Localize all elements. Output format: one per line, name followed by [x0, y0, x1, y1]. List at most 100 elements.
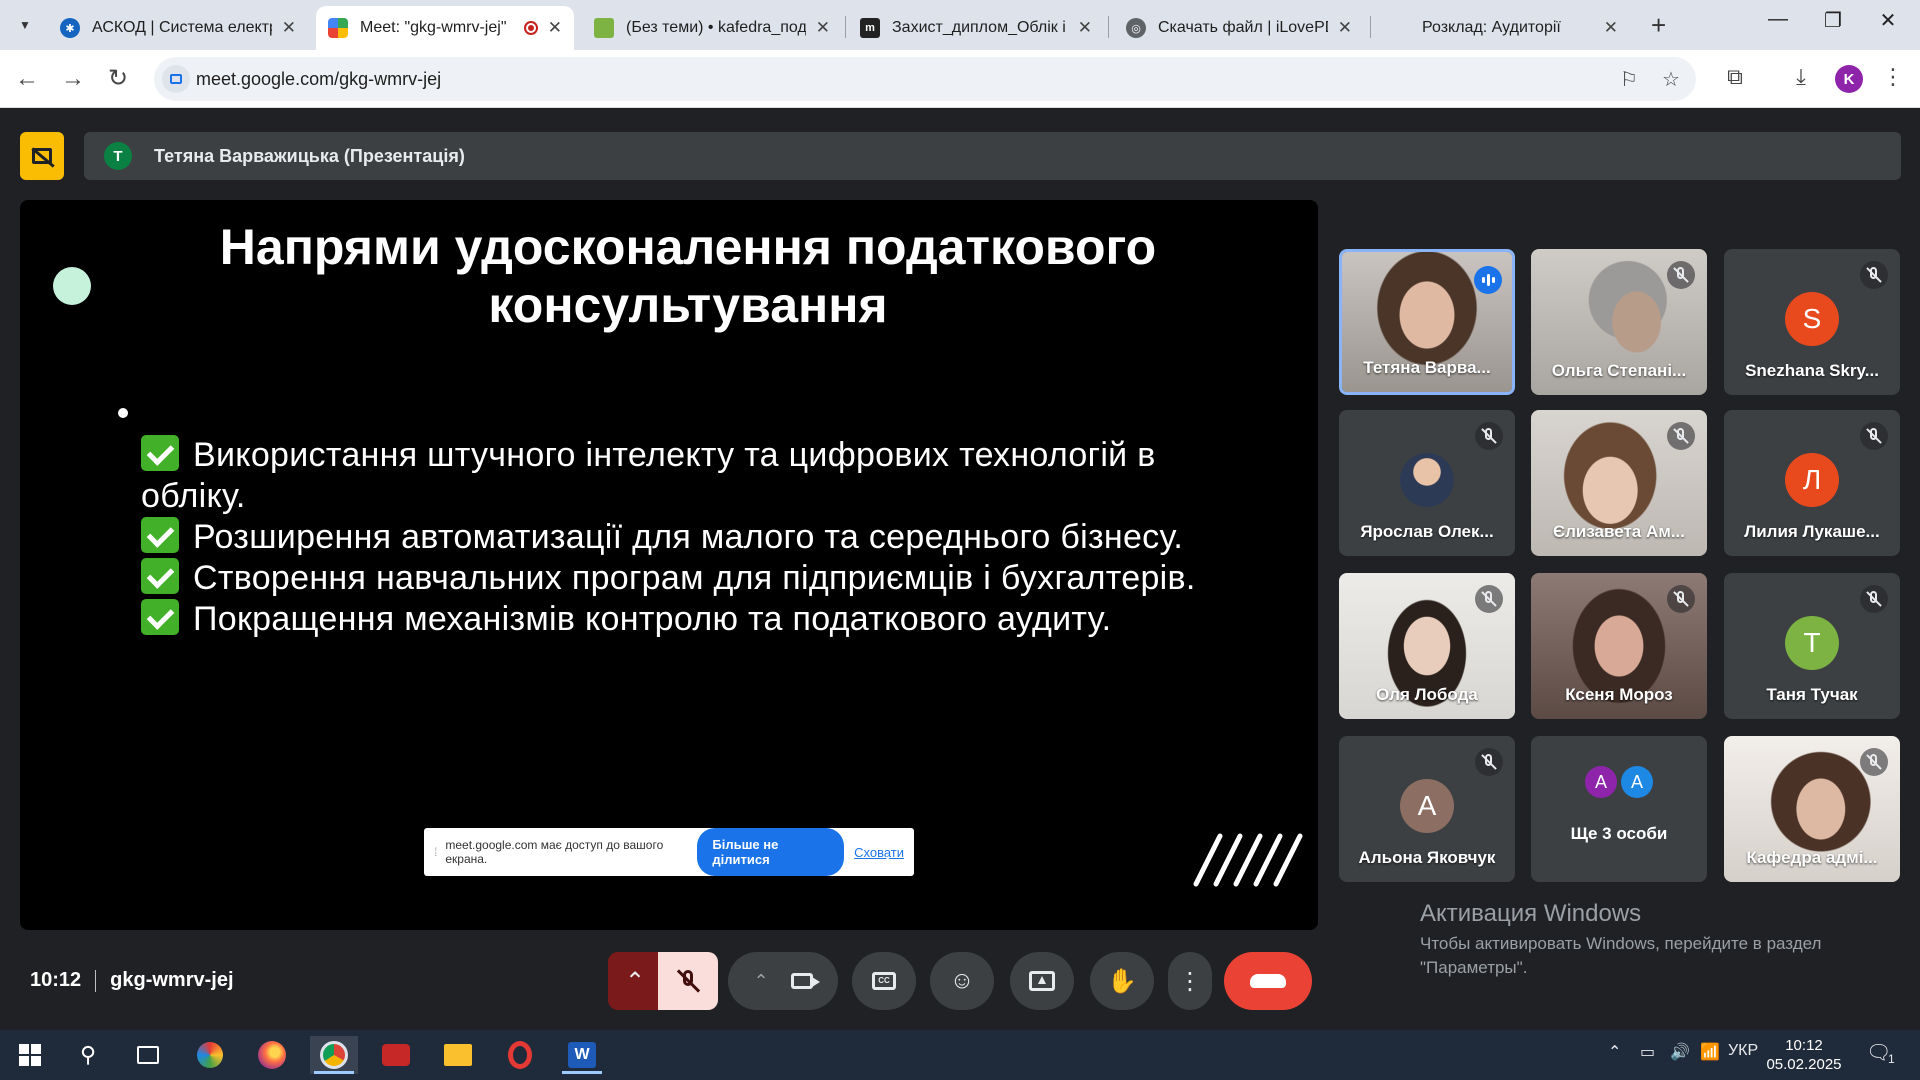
- participant-tile[interactable]: Л Лилия Лукаше...: [1724, 410, 1900, 556]
- meeting-code: gkg-wmrv-jej: [110, 969, 234, 991]
- checkmark-icon: [141, 558, 179, 594]
- taskbar-app-chrome[interactable]: [310, 1036, 358, 1074]
- taskbar-app-word[interactable]: W: [558, 1036, 606, 1074]
- taskbar-app-red[interactable]: [372, 1036, 420, 1074]
- taskbar-app-opera[interactable]: [496, 1036, 544, 1074]
- forward-button[interactable]: →: [58, 64, 88, 94]
- battery-icon[interactable]: ▭: [1640, 1042, 1655, 1062]
- taskbar-app-paint[interactable]: [186, 1036, 234, 1074]
- close-icon[interactable]: ✕: [1338, 18, 1352, 38]
- tab-meet[interactable]: Meet: "gkg-wmrv-jej" ✕: [316, 6, 574, 50]
- restore-button[interactable]: ❐: [1813, 8, 1853, 33]
- extensions-icon[interactable]: ⧉: [1720, 64, 1750, 90]
- share-notice-text: meet.google.com має доступ до вашого екр…: [445, 838, 664, 866]
- bookmark-star-icon[interactable]: ☆: [1662, 67, 1680, 92]
- windows-logo-icon: [19, 1044, 41, 1066]
- taskbar-app-explorer[interactable]: [434, 1036, 482, 1074]
- stop-sharing-button[interactable]: Більше не ділитися: [697, 828, 845, 876]
- participant-avatar: А: [1400, 779, 1454, 834]
- notification-count: 1: [1888, 1052, 1895, 1066]
- audio-options-button[interactable]: ⌃: [608, 952, 662, 1010]
- volume-icon[interactable]: 🔊: [1670, 1042, 1690, 1062]
- system-clock[interactable]: 10:12 05.02.2025: [1764, 1036, 1844, 1074]
- participant-tile[interactable]: Єлизавета Ам...: [1531, 410, 1707, 556]
- presentation-icon[interactable]: [20, 132, 64, 180]
- participant-avatar: А: [1621, 766, 1653, 798]
- site-info-icon[interactable]: [162, 65, 190, 93]
- drag-handle-icon[interactable]: ⁞: [434, 845, 437, 859]
- new-tab-button[interactable]: +: [1651, 10, 1666, 41]
- captions-button[interactable]: CC: [852, 952, 916, 1010]
- participant-name: Snezhana Skry...: [1745, 361, 1879, 380]
- mail-icon: [594, 18, 614, 38]
- participant-avatar: S: [1785, 292, 1839, 347]
- tab-search-button[interactable]: ▼: [8, 10, 42, 40]
- checkmark-icon: [141, 435, 179, 471]
- participant-tile[interactable]: Кафедра адмі...: [1724, 736, 1900, 882]
- windows-activation-watermark: Активация Windows Чтобы активировать Win…: [1420, 900, 1821, 980]
- mic-off-icon: [1860, 261, 1888, 289]
- close-icon[interactable]: ✕: [548, 18, 562, 38]
- participant-tile[interactable]: Оля Лобода: [1339, 573, 1515, 719]
- close-icon[interactable]: ✕: [282, 18, 296, 38]
- task-view-icon: [137, 1046, 159, 1064]
- more-options-button[interactable]: ⋮: [1168, 952, 1212, 1010]
- tab-schedule[interactable]: Розклад: Аудиторії ✕: [1378, 6, 1630, 50]
- leave-call-button[interactable]: [1224, 952, 1312, 1010]
- reactions-button[interactable]: ☺: [930, 952, 994, 1010]
- slide-item-text: Створення навчальних програм для підприє…: [193, 559, 1196, 597]
- camera-toggle-button[interactable]: ⌃: [728, 952, 838, 1010]
- tab-title: Meet: "gkg-wmrv-jej": [360, 19, 507, 36]
- hide-notice-link[interactable]: Сховати: [854, 845, 904, 860]
- participant-tile[interactable]: А Альона Яковчук: [1339, 736, 1515, 882]
- reload-button[interactable]: ↻: [103, 64, 133, 94]
- tab-title: Скачать файл | iLovePDF: [1158, 19, 1328, 36]
- presenter-avatar: Т: [104, 142, 132, 170]
- address-bar[interactable]: meet.google.com/gkg-wmrv-jej ⚐ ☆: [154, 57, 1696, 101]
- participant-tile[interactable]: Т Таня Тучак: [1724, 573, 1900, 719]
- participant-tile[interactable]: Тетяна Варва...: [1339, 249, 1515, 395]
- tab-askod[interactable]: ✱ АСКОД | Система електро ✕: [48, 6, 308, 50]
- minimize-button[interactable]: —: [1758, 8, 1798, 31]
- close-icon[interactable]: ✕: [1604, 18, 1618, 38]
- participant-tile[interactable]: S Snezhana Skry...: [1724, 249, 1900, 395]
- mic-toggle-button[interactable]: [658, 952, 718, 1010]
- close-icon[interactable]: ✕: [1078, 18, 1092, 38]
- participant-tile[interactable]: Ксеня Мороз: [1531, 573, 1707, 719]
- start-button[interactable]: [6, 1036, 54, 1074]
- present-button[interactable]: [1010, 952, 1074, 1010]
- raise-hand-button[interactable]: ✋: [1090, 952, 1154, 1010]
- tab-ilovepdf[interactable]: ◎ Скачать файл | iLovePDF ✕: [1114, 6, 1364, 50]
- slide-title-line: консультування: [488, 277, 888, 333]
- translate-icon[interactable]: ⚐: [1620, 67, 1638, 92]
- task-view-button[interactable]: [124, 1036, 172, 1074]
- opera-icon: [508, 1041, 532, 1069]
- participant-name: Ксеня Мороз: [1565, 685, 1673, 704]
- slide-decoration-dot: [53, 267, 91, 305]
- clock-time: 10:12: [1785, 1037, 1823, 1054]
- participant-tile[interactable]: Ярослав Олек...: [1339, 410, 1515, 556]
- language-indicator[interactable]: УКР: [1728, 1042, 1758, 1060]
- search-button[interactable]: ⚲: [64, 1036, 112, 1074]
- participant-tile[interactable]: Ольга Степані...: [1531, 249, 1707, 395]
- folder-icon: [444, 1044, 472, 1066]
- taskbar-app-firefox[interactable]: [248, 1036, 296, 1074]
- tray-overflow-icon[interactable]: ⌃: [1608, 1042, 1621, 1062]
- menu-icon[interactable]: ⋮: [1878, 64, 1908, 90]
- tab-mail[interactable]: (Без теми) • kafedra_пода ✕: [582, 6, 842, 50]
- activation-text: Чтобы активировать Windows, перейдите в …: [1420, 934, 1822, 953]
- close-icon[interactable]: ✕: [816, 18, 830, 38]
- end-call-icon: [1250, 974, 1286, 988]
- slide-item-text: Розширення автоматизації для малого та с…: [193, 518, 1184, 556]
- participant-name: Ольга Степані...: [1551, 361, 1687, 380]
- window-close-button[interactable]: ✕: [1868, 8, 1908, 33]
- page-icon: [1390, 18, 1410, 38]
- mic-off-icon: [1475, 748, 1503, 776]
- tab-diploma[interactable]: m Захист_диплом_Облік і оп ✕: [848, 6, 1104, 50]
- back-button[interactable]: ←: [12, 64, 42, 94]
- download-icon[interactable]: ⤓: [1786, 64, 1816, 90]
- tab-separator: [1108, 16, 1109, 38]
- network-icon[interactable]: 📶: [1700, 1042, 1720, 1062]
- more-participants-tile[interactable]: А А Ще 3 особи: [1531, 736, 1707, 882]
- profile-avatar[interactable]: K: [1835, 65, 1863, 93]
